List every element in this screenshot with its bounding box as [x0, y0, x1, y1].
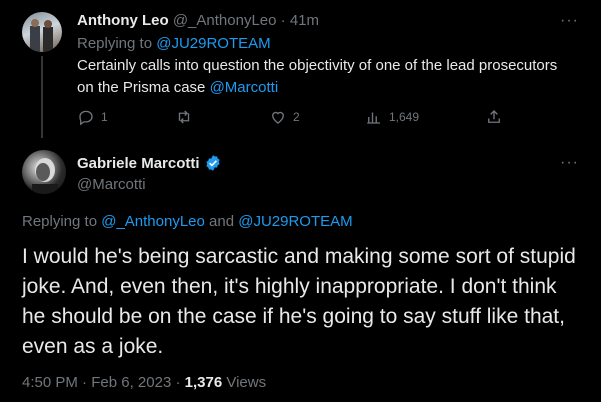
analytics-icon	[367, 112, 380, 124]
views-count: 1,649	[389, 110, 420, 124]
views-label: Views	[226, 374, 267, 391]
reply-tweet[interactable]: Anthony Leo @_AnthonyLeo · 41m ··· Reply…	[0, 0, 601, 138]
tweet-time[interactable]: 4:50 PM	[22, 374, 78, 391]
reply-icon	[79, 110, 93, 126]
retweet-icon	[178, 110, 190, 124]
mention-link[interactable]: @JU29ROTEAM	[156, 35, 270, 52]
avatar[interactable]	[22, 12, 62, 52]
author-name[interactable]: Anthony Leo	[77, 12, 169, 29]
replying-to: Replying to @_AnthonyLeo and @JU29ROTEAM	[22, 213, 353, 230]
more-options-icon[interactable]: ···	[560, 12, 579, 30]
heart-icon	[272, 111, 284, 124]
replying-to: Replying to @JU29ROTEAM	[77, 35, 271, 52]
views-button[interactable]: 1,649	[365, 108, 419, 126]
author-handle[interactable]: @_AnthonyLeo	[173, 12, 277, 29]
mention-link[interactable]: @JU29ROTEAM	[238, 213, 352, 230]
retweet-button[interactable]	[175, 108, 199, 126]
share-button[interactable]	[485, 108, 503, 126]
more-options-icon[interactable]: ···	[560, 154, 579, 172]
author-name[interactable]: Gabriele Marcotti	[77, 155, 200, 172]
share-icon	[488, 110, 500, 123]
author-handle[interactable]: @Marcotti	[77, 176, 146, 193]
thread-line	[41, 56, 43, 138]
tweet-time[interactable]: 41m	[290, 12, 319, 29]
tweet-actions: 1 2 1,649	[77, 108, 507, 128]
reply-header: Anthony Leo @_AnthonyLeo · 41m	[77, 12, 319, 29]
like-button[interactable]: 2	[269, 108, 300, 126]
avatar[interactable]	[22, 150, 66, 194]
author-name-row: Gabriele Marcotti	[77, 154, 222, 172]
tweet-text: I would he's being sarcastic and making …	[22, 245, 576, 358]
tweet-metadata: 4:50 PM · Feb 6, 2023 · 1,376 Views	[22, 374, 267, 391]
tweet-text: Certainly calls into question the object…	[77, 57, 558, 96]
reply-button[interactable]: 1	[77, 108, 108, 126]
reply-count: 1	[101, 110, 108, 124]
verified-badge-icon[interactable]	[204, 154, 222, 172]
like-count: 2	[293, 110, 300, 124]
mention-link[interactable]: @Marcotti	[210, 79, 279, 96]
tweet-date[interactable]: Feb 6, 2023	[91, 374, 171, 391]
mention-link[interactable]: @_AnthonyLeo	[101, 213, 205, 230]
views-count: 1,376	[184, 374, 223, 391]
